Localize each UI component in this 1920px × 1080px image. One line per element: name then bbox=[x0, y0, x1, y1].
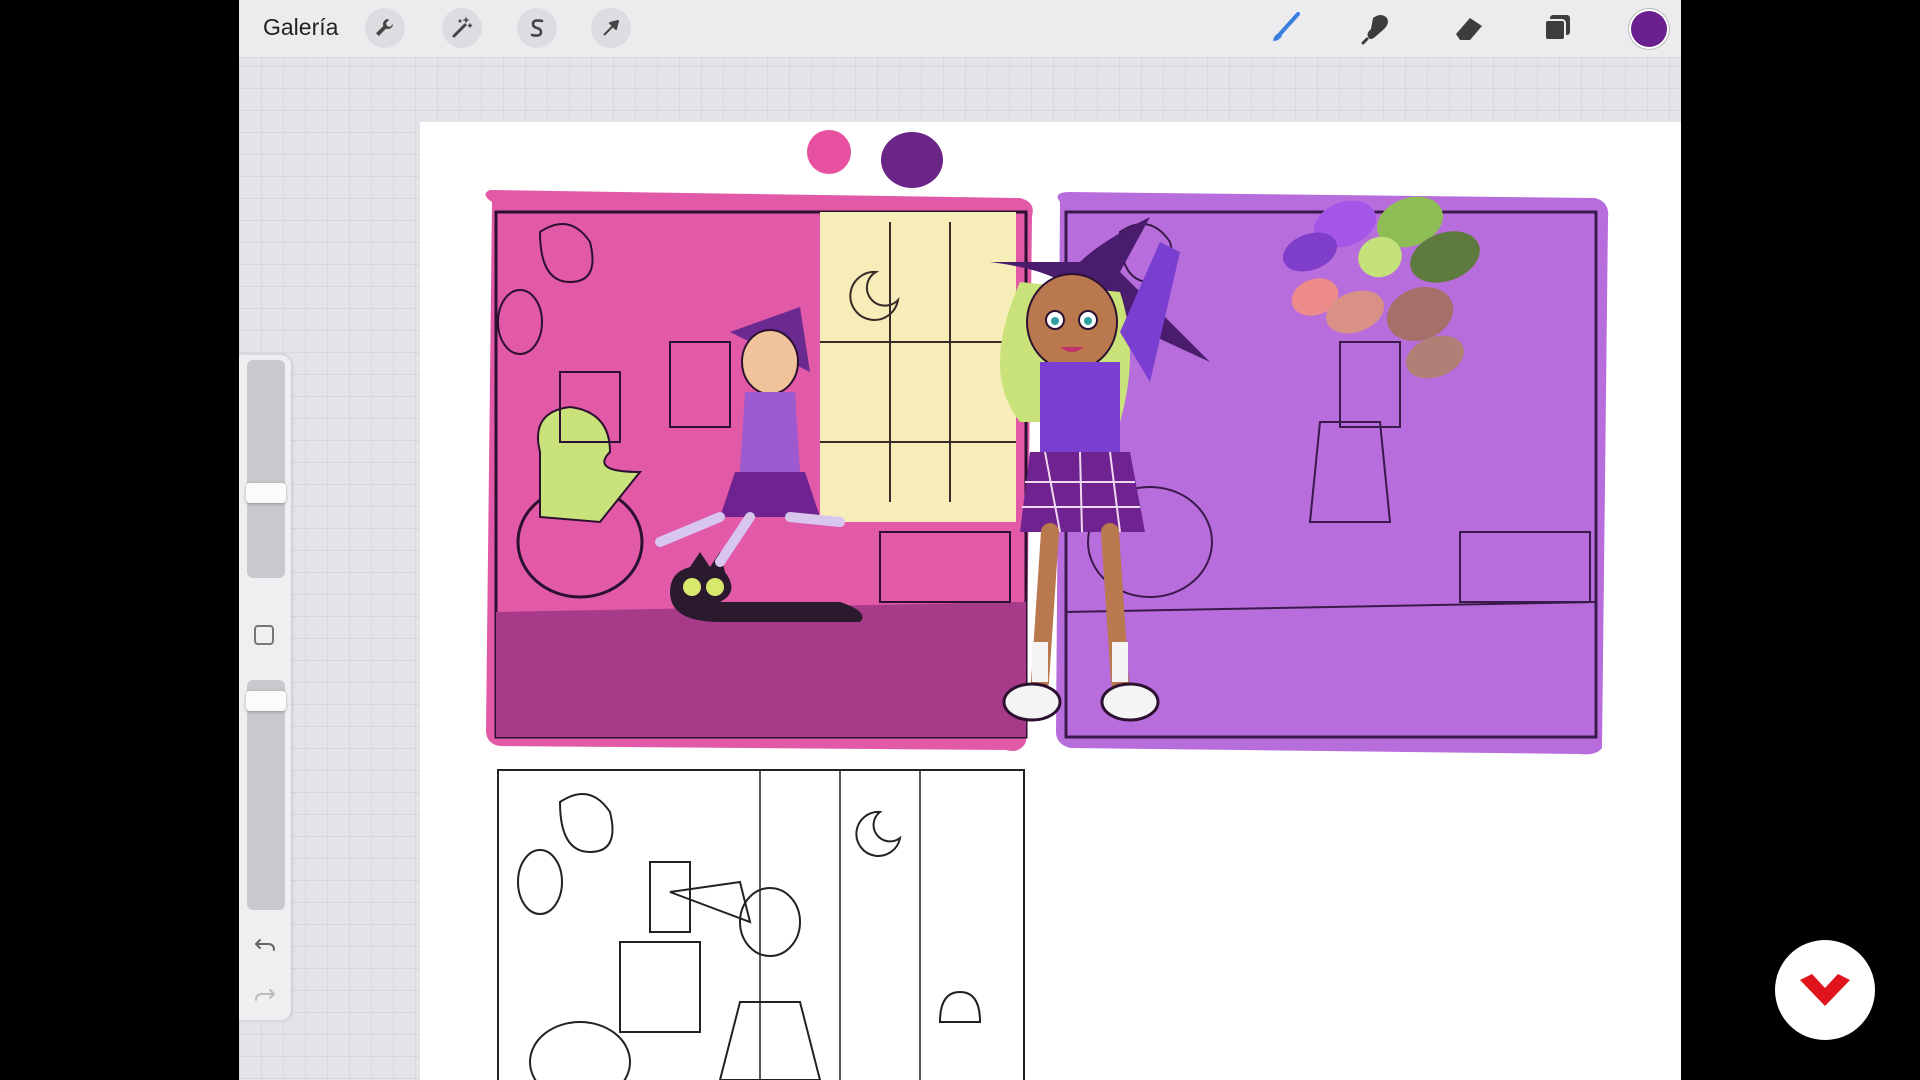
panel-pink bbox=[485, 190, 1033, 751]
procreate-app: Galería bbox=[239, 0, 1681, 1080]
reference-swatch-purple bbox=[881, 132, 943, 188]
brush-size-slider[interactable] bbox=[246, 360, 286, 578]
color-picker-button[interactable] bbox=[1631, 11, 1667, 47]
reference-swatch-pink bbox=[807, 130, 851, 174]
selection-s-icon bbox=[530, 19, 544, 37]
top-toolbar: Galería bbox=[239, 0, 1681, 58]
arrow-cursor-icon bbox=[603, 20, 619, 36]
logo-badge bbox=[1775, 940, 1875, 1040]
smudge-icon bbox=[1361, 15, 1388, 45]
smudge-button[interactable] bbox=[1356, 7, 1398, 49]
brush-icon bbox=[1273, 12, 1300, 41]
brush-size-handle[interactable] bbox=[246, 483, 286, 504]
opacity-handle[interactable] bbox=[246, 690, 286, 711]
artwork bbox=[485, 130, 1609, 1080]
eraser-icon bbox=[1456, 18, 1482, 40]
brand-logo-icon bbox=[1800, 974, 1850, 1006]
opacity-slider[interactable] bbox=[246, 680, 286, 910]
gallery-button[interactable]: Galería bbox=[263, 14, 338, 41]
magic-wand-icon bbox=[452, 17, 473, 38]
layers-icon bbox=[1544, 15, 1570, 41]
wrench-icon bbox=[376, 19, 393, 36]
drawing-canvas[interactable] bbox=[420, 122, 1681, 1080]
panel-lineart bbox=[497, 769, 1025, 1080]
undo-icon bbox=[255, 939, 275, 951]
actions-button[interactable] bbox=[365, 8, 405, 48]
transform-button[interactable] bbox=[591, 8, 631, 48]
selection-button[interactable] bbox=[517, 8, 557, 48]
undo-button[interactable] bbox=[250, 930, 280, 960]
left-sidebar bbox=[239, 355, 291, 1020]
panel-purple bbox=[1056, 192, 1609, 755]
adjustments-button[interactable] bbox=[442, 8, 482, 48]
layers-button[interactable] bbox=[1536, 7, 1578, 49]
redo-icon bbox=[255, 989, 275, 1001]
eraser-button[interactable] bbox=[1447, 7, 1489, 49]
modify-button[interactable] bbox=[254, 625, 274, 645]
redo-button[interactable] bbox=[250, 980, 280, 1010]
brush-button[interactable] bbox=[1265, 7, 1307, 49]
